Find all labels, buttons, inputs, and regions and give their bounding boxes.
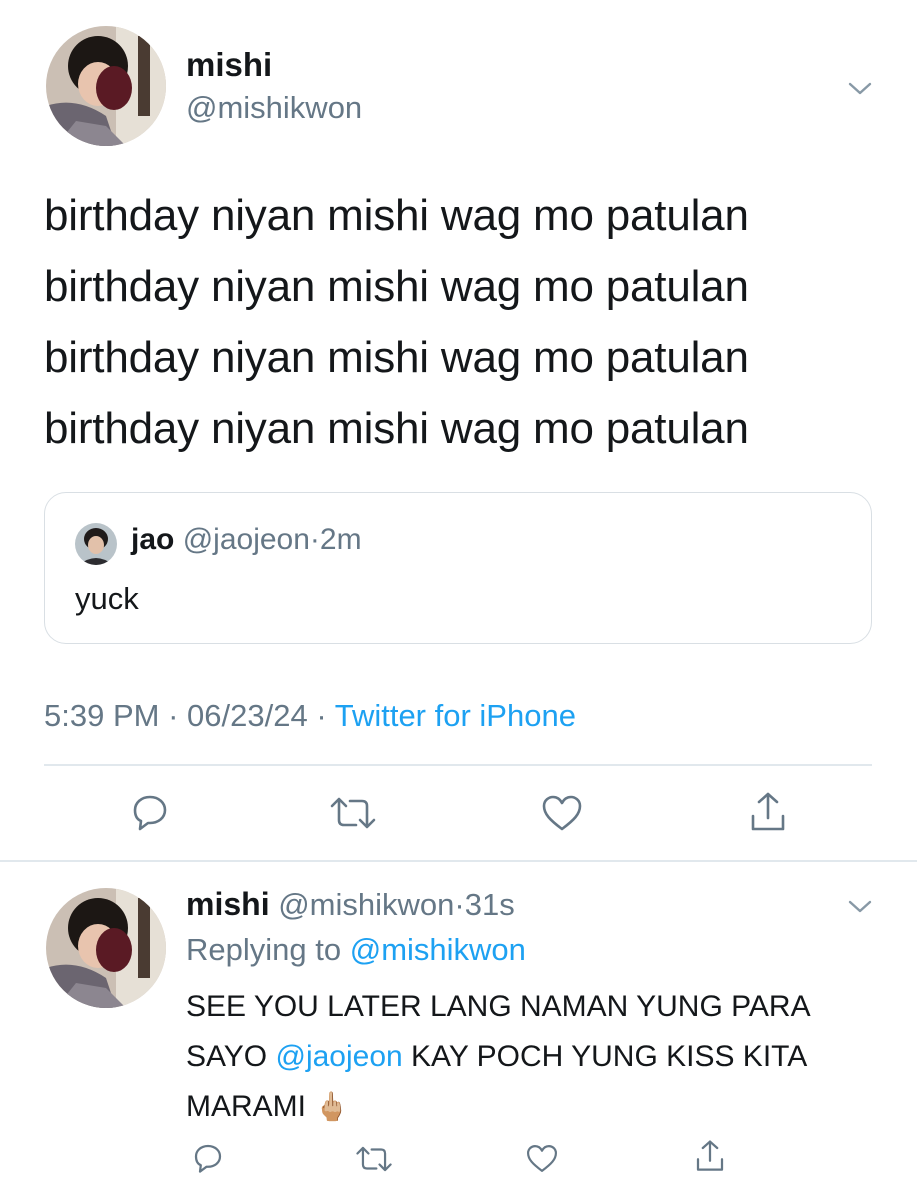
tweet-text-line: birthday niyan mishi wag mo patulan — [44, 404, 749, 453]
share-icon[interactable] — [748, 790, 788, 834]
tweet-text: SEE YOU LATER LANG NAMAN YUNG PARA SAYO … — [186, 982, 846, 1132]
reply-header: mishi @mishikwon·31s — [186, 886, 515, 923]
author-handle[interactable]: @mishikwon — [278, 887, 454, 922]
quoted-author-avatar — [75, 523, 117, 565]
separator-dot: · — [309, 523, 320, 556]
author-avatar[interactable] — [46, 26, 166, 146]
quoted-author-name: jao — [131, 523, 175, 556]
mention-link[interactable]: @jaojeon — [275, 1040, 402, 1073]
quoted-text: yuck — [75, 581, 139, 616]
replying-to: Replying to @mishikwon — [186, 932, 526, 968]
reply-icon[interactable] — [130, 792, 170, 832]
reply-tweet[interactable]: mishi @mishikwon·31s Replying to @mishik… — [0, 862, 917, 1200]
tweet-source-link[interactable]: Twitter for iPhone — [335, 698, 576, 733]
separator-dot: · — [454, 887, 465, 922]
author-name[interactable]: mishi — [186, 46, 272, 84]
replying-to-mention[interactable]: @mishikwon — [350, 932, 526, 967]
quoted-author-handle: @jaojeon — [182, 523, 310, 556]
tweet-date: 06/23/24 — [187, 698, 308, 733]
author-handle[interactable]: @mishikwon — [186, 90, 362, 126]
emoji: 🖕🏼 — [314, 1091, 350, 1122]
author-avatar[interactable] — [46, 888, 166, 1008]
tweet-text-line: birthday niyan mishi wag mo patulan — [44, 262, 749, 311]
quoted-tweet-card[interactable]: jao @jaojeon·2m yuck — [44, 492, 872, 644]
retweet-icon[interactable] — [328, 794, 378, 832]
avatar-photo — [46, 888, 166, 1008]
divider — [44, 764, 872, 766]
replying-to-label: Replying to — [186, 932, 342, 967]
chevron-down-icon[interactable] — [846, 892, 874, 920]
like-icon[interactable] — [540, 793, 584, 833]
separator-dot: · — [316, 698, 327, 733]
share-icon[interactable] — [694, 1138, 726, 1174]
reply-icon[interactable] — [192, 1142, 224, 1174]
tweet-meta: 5:39 PM · 06/23/24 · Twitter for iPhone — [44, 698, 576, 734]
main-tweet: mishi @mishikwon birthday niyan mishi wa… — [0, 0, 917, 862]
avatar-photo — [46, 26, 166, 146]
tweet-time: 31s — [464, 887, 515, 922]
quoted-header: jao @jaojeon·2m — [131, 523, 362, 557]
tweet-text: birthday niyan mishi wag mo patulan birt… — [44, 180, 884, 464]
chevron-down-icon[interactable] — [846, 74, 874, 102]
retweet-icon[interactable] — [354, 1144, 394, 1174]
avatar-photo — [75, 523, 117, 565]
author-name[interactable]: mishi — [186, 886, 270, 922]
tweet-text-line: birthday niyan mishi wag mo patulan — [44, 333, 749, 382]
separator-dot: · — [168, 698, 179, 733]
tweet-time: 5:39 PM — [44, 698, 160, 733]
quoted-time: 2m — [319, 523, 362, 556]
tweet-text-line: birthday niyan mishi wag mo patulan — [44, 191, 749, 240]
like-icon[interactable] — [525, 1143, 559, 1174]
